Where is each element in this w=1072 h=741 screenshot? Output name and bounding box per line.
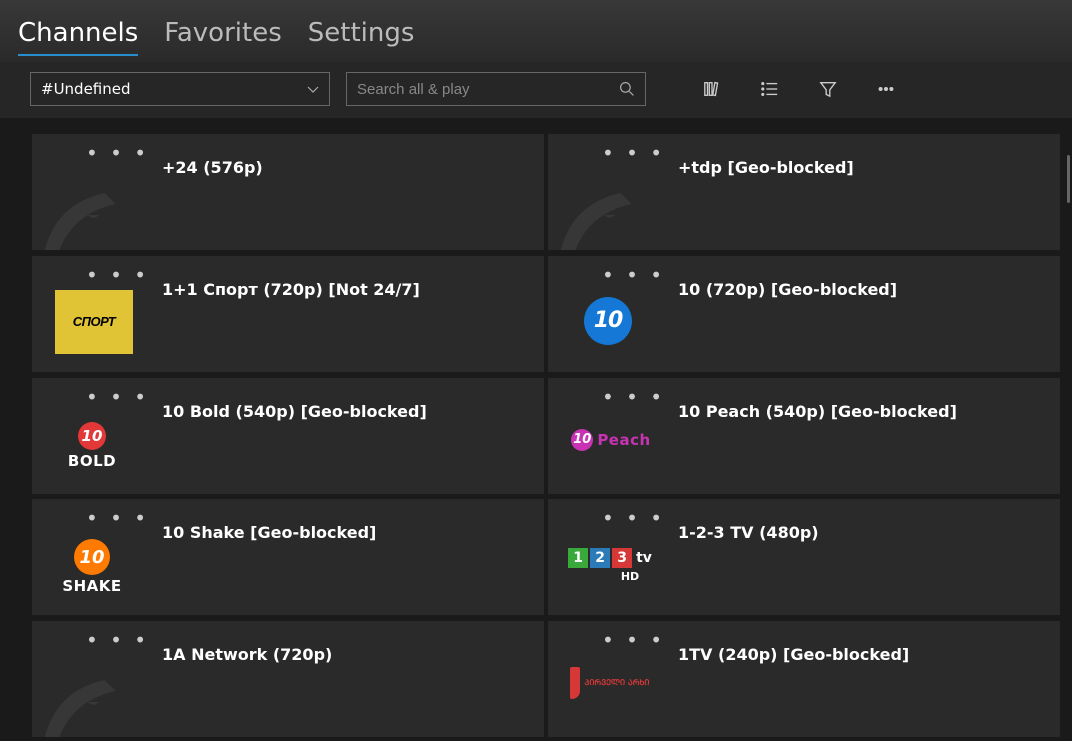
search-box[interactable] [346, 72, 646, 106]
channel-grid: • • • +24 (576p) • • • +tdp [Geo-blocked… [0, 118, 1072, 739]
dropdown-value: #Undefined [41, 80, 131, 98]
channel-thumbnail: ᲞᲘᲠᲕᲔᲚᲘ ᲐᲠᲮᲘ [548, 647, 668, 737]
tab-settings[interactable]: Settings [308, 18, 415, 54]
satellite-icon [32, 160, 132, 250]
channel-item[interactable]: • • • 1TV (240p) [Geo-blocked] ᲞᲘᲠᲕᲔᲚᲘ Ა… [548, 621, 1060, 737]
channel-title: 1-2-3 TV (480p) [678, 523, 819, 542]
channel-item[interactable]: • • • 10 (720p) [Geo-blocked] 10 [548, 256, 1060, 372]
tab-favorites[interactable]: Favorites [164, 18, 281, 54]
channel-logo: 10SHAKE [62, 539, 121, 595]
channel-title: 1TV (240p) [Geo-blocked] [678, 645, 909, 664]
scrollbar[interactable] [1067, 155, 1070, 203]
satellite-icon [548, 160, 648, 250]
channel-title: 10 Shake [Geo-blocked] [162, 523, 376, 542]
channel-logo: 10BOLD [68, 422, 116, 470]
channel-thumbnail [548, 160, 668, 250]
channel-thumbnail: 10BOLD [32, 404, 152, 494]
main-tabs: Channels Favorites Settings [0, 0, 1072, 62]
channel-item[interactable]: • • • +24 (576p) [32, 134, 544, 250]
channel-logo: 10Peach [571, 429, 650, 451]
chevron-down-icon [307, 83, 319, 95]
list-view-icon[interactable] [760, 79, 780, 99]
channel-more-icon[interactable]: • • • [86, 513, 149, 523]
channel-more-icon[interactable]: • • • [86, 635, 149, 645]
library-icon[interactable] [702, 79, 722, 99]
channel-thumbnail: 10 [548, 282, 668, 372]
channel-more-icon[interactable]: • • • [602, 270, 665, 280]
filter-icon[interactable] [818, 79, 838, 99]
channel-more-icon[interactable]: • • • [602, 392, 665, 402]
toolbar: #Undefined [0, 62, 1072, 118]
channel-more-icon[interactable]: • • • [602, 635, 665, 645]
channel-logo: 10 [584, 297, 632, 345]
channel-item[interactable]: • • • 1A Network (720p) [32, 621, 544, 737]
channel-thumbnail [32, 647, 152, 737]
channel-title: 1A Network (720p) [162, 645, 332, 664]
category-dropdown[interactable]: #Undefined [30, 72, 330, 106]
channel-thumbnail: 10Peach [548, 404, 668, 494]
satellite-icon [32, 647, 132, 737]
channel-thumbnail [32, 160, 152, 250]
more-icon[interactable] [876, 79, 896, 99]
channel-thumbnail: 10SHAKE [32, 525, 152, 615]
channel-thumbnail: СПОРТ [32, 282, 152, 372]
tab-channels[interactable]: Channels [18, 18, 138, 54]
channel-title: 10 Peach (540p) [Geo-blocked] [678, 402, 957, 421]
channel-title: 10 (720p) [Geo-blocked] [678, 280, 897, 299]
channel-logo: СПОРТ [55, 290, 133, 354]
channel-item[interactable]: • • • 10 Bold (540p) [Geo-blocked] 10BOL… [32, 378, 544, 494]
channel-item[interactable]: • • • 10 Shake [Geo-blocked] 10SHAKE [32, 499, 544, 615]
search-input[interactable] [357, 81, 619, 98]
channel-title: 10 Bold (540p) [Geo-blocked] [162, 402, 427, 421]
channel-more-icon[interactable]: • • • [602, 513, 665, 523]
channel-logo: 123tvHD [568, 548, 652, 583]
channel-title: +tdp [Geo-blocked] [678, 158, 854, 177]
channel-item[interactable]: • • • +tdp [Geo-blocked] [548, 134, 1060, 250]
channel-item[interactable]: • • • 10 Peach (540p) [Geo-blocked] 10Pe… [548, 378, 1060, 494]
channel-more-icon[interactable]: • • • [86, 148, 149, 158]
channel-title: 1+1 Спорт (720p) [Not 24/7] [162, 280, 420, 299]
channel-logo: ᲞᲘᲠᲕᲔᲚᲘ ᲐᲠᲮᲘ [570, 664, 649, 702]
search-icon [619, 81, 635, 97]
channel-item[interactable]: • • • 1+1 Спорт (720p) [Not 24/7] СПОРТ [32, 256, 544, 372]
channel-more-icon[interactable]: • • • [602, 148, 665, 158]
channel-more-icon[interactable]: • • • [86, 392, 149, 402]
channel-item[interactable]: • • • 1-2-3 TV (480p) 123tvHD [548, 499, 1060, 615]
channel-title: +24 (576p) [162, 158, 263, 177]
channel-thumbnail: 123tvHD [548, 525, 668, 615]
channel-more-icon[interactable]: • • • [86, 270, 149, 280]
